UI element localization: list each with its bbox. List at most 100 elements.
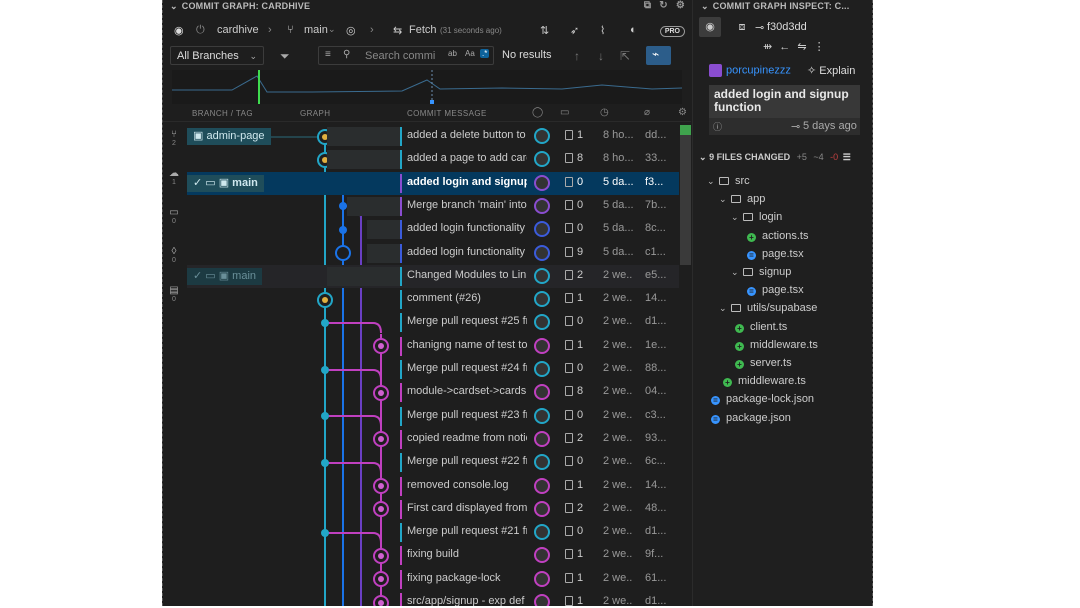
regex-toggle[interactable]: .*: [480, 49, 490, 58]
worktrees-count-item[interactable]: ▤ 0: [166, 285, 182, 303]
open-in-new-icon[interactable]: ⇱: [620, 49, 630, 63]
chevron-down-icon[interactable]: ⌄: [701, 0, 709, 12]
commit-row[interactable]: chanigng name of test to 1 2 we... 1e...: [187, 335, 679, 358]
tree-folder[interactable]: ⌄ src: [707, 175, 750, 187]
tree-folder[interactable]: ⌄ signup: [731, 266, 791, 278]
files-changed-header[interactable]: ⌄ 9 FILES CHANGED +5 ~4 -0 ☰: [699, 152, 871, 163]
tree-file[interactable]: + actions.ts: [747, 230, 808, 242]
remotes-count-item[interactable]: ☁ 1: [166, 168, 182, 186]
pull-request-icon[interactable]: ⇅: [540, 24, 549, 37]
open-editor-icon[interactable]: ⧉: [644, 0, 651, 11]
tree-file[interactable]: + middleware.ts: [723, 375, 806, 387]
explain-button[interactable]: ✧ Explain: [807, 64, 855, 77]
match-case-toggle[interactable]: Aa: [465, 49, 475, 58]
filter-icon[interactable]: ⏷: [280, 49, 290, 64]
date-column-icon[interactable]: ◷: [600, 107, 609, 118]
chevron-down-icon[interactable]: ⌄: [170, 0, 178, 12]
author-avatar[interactable]: [534, 501, 550, 517]
branch-label[interactable]: ▣ admin-page: [187, 128, 271, 145]
rocket-icon[interactable]: ➶: [570, 24, 579, 37]
branch-name[interactable]: main: [304, 24, 328, 36]
tree-folder[interactable]: ⌄ login: [731, 211, 782, 223]
author-avatar[interactable]: [534, 128, 550, 144]
author-avatar[interactable]: [534, 268, 550, 284]
col-graph[interactable]: GRAPH: [300, 109, 330, 118]
info-icon[interactable]: ⓘ: [713, 120, 722, 133]
gear-icon[interactable]: ⚙: [678, 107, 687, 118]
commit-row[interactable]: src/app/signup - exp def f 1 2 we... d1...: [187, 591, 679, 606]
tree-folder[interactable]: ⌄ utils/supabase: [719, 302, 817, 314]
tab-inspect-wip[interactable]: ⧈: [731, 17, 753, 37]
repo-name[interactable]: cardhive: [217, 24, 259, 36]
chevron-down-icon[interactable]: ⌄: [719, 303, 731, 314]
tree-file[interactable]: = page.tsx: [747, 248, 804, 260]
switch-icon[interactable]: ⇋: [797, 41, 806, 53]
branch-label[interactable]: ✓ ▭ ▣ main: [187, 175, 264, 192]
sha-column-icon[interactable]: ⌀: [644, 107, 650, 118]
author-avatar[interactable]: [534, 361, 550, 377]
branch-filter-select[interactable]: All Branches ⌄: [170, 46, 264, 65]
commit-row[interactable]: fixing build 1 2 we... 9f...: [187, 544, 679, 567]
commit-row[interactable]: added login functionality 9 5 da... c1...: [187, 242, 679, 265]
author-avatar[interactable]: [534, 478, 550, 494]
commit-row[interactable]: Merge branch 'main' into 0 5 da... 7b...: [187, 195, 679, 218]
author-avatar[interactable]: [534, 431, 550, 447]
author-avatar[interactable]: [534, 571, 550, 587]
commit-row[interactable]: fixing package-lock 1 2 we... 61...: [187, 568, 679, 591]
commit-row[interactable]: comment (#26) 1 2 we... 14...: [187, 288, 679, 311]
arrow-up-icon[interactable]: ↑: [574, 49, 580, 63]
arrow-down-icon[interactable]: ↓: [598, 49, 604, 63]
author-avatar[interactable]: [534, 384, 550, 400]
pin-icon[interactable]: ⇻: [763, 41, 772, 53]
chevron-down-icon[interactable]: ⌄: [707, 176, 719, 187]
tree-folder[interactable]: ⌄ app: [719, 193, 765, 205]
author-column-icon[interactable]: ◯: [532, 107, 544, 118]
commit-row[interactable]: Merge pull request #21 fro 0 2 we... d1...: [187, 521, 679, 544]
github-icon[interactable]: ◉: [174, 24, 184, 37]
pro-badge[interactable]: PRO: [659, 26, 685, 37]
author-avatar[interactable]: [534, 314, 550, 330]
col-branch-tag[interactable]: BRANCH / TAG: [192, 109, 253, 118]
chevron-down-icon[interactable]: ⌄: [731, 212, 743, 223]
author-avatar[interactable]: [534, 338, 550, 354]
refresh-icon[interactable]: ↻: [659, 0, 668, 11]
graph-scrollbar[interactable]: [680, 125, 691, 265]
author-avatar[interactable]: [534, 408, 550, 424]
tree-file[interactable]: = package.json: [711, 412, 791, 424]
fetch-icon[interactable]: ⇆: [393, 24, 402, 37]
commit-row[interactable]: added login functionality 0 5 da... 8c...: [187, 218, 679, 241]
chevron-down-icon[interactable]: ⌄: [731, 267, 743, 278]
settings-icon[interactable]: ⚙: [676, 0, 685, 11]
plug-icon[interactable]: ⏻: [196, 24, 205, 37]
commit-row[interactable]: added a page to add card 8 8 ho... 33...: [187, 148, 679, 171]
commit-minimap[interactable]: [172, 70, 683, 104]
tags-count-item[interactable]: ◊ 0: [166, 246, 182, 264]
commit-sha[interactable]: f30d3dd: [767, 21, 807, 33]
tree-file[interactable]: + client.ts: [735, 321, 787, 333]
files-column-icon[interactable]: ▭: [560, 107, 570, 118]
back-icon[interactable]: ←: [779, 41, 790, 53]
commit-row[interactable]: Merge pull request #25 fr 0 2 we... d1...: [187, 311, 679, 334]
author-avatar[interactable]: [534, 594, 550, 606]
tree-file[interactable]: + server.ts: [735, 357, 792, 369]
author-avatar[interactable]: [534, 245, 550, 261]
commit-row[interactable]: removed console.log 1 2 we... 14...: [187, 475, 679, 498]
commit-row[interactable]: Merge pull request #24 fr 0 2 we... 88...: [187, 358, 679, 381]
tab-inspect-commit[interactable]: ◉: [699, 17, 721, 37]
branch-label[interactable]: ✓ ▭ ▣ main: [187, 268, 263, 285]
commit-row[interactable]: module->cardset->cards 8 2 we... 04...: [187, 381, 679, 404]
author-avatar[interactable]: [534, 151, 550, 167]
gitlens-icon[interactable]: ◐: [630, 24, 637, 36]
author-avatar[interactable]: [534, 175, 550, 191]
stashes-count-item[interactable]: ▭ 0: [166, 207, 182, 225]
commit-row[interactable]: copied readme from notio 2 2 we... 93...: [187, 428, 679, 451]
author-name[interactable]: porcupinezzz: [726, 64, 791, 76]
more-actions-icon[interactable]: ⋮: [814, 41, 825, 53]
chevron-down-icon[interactable]: ⌄: [328, 24, 336, 35]
match-word-toggle[interactable]: ab: [448, 49, 457, 58]
chart-icon[interactable]: ⌇: [600, 24, 605, 37]
search-input[interactable]: ≡ ⚲ Search commi ab Aa .*: [318, 46, 494, 65]
author-avatar[interactable]: [534, 221, 550, 237]
branches-count-item[interactable]: ⑂ 2: [166, 129, 182, 147]
tree-file[interactable]: = page.tsx: [747, 284, 804, 296]
